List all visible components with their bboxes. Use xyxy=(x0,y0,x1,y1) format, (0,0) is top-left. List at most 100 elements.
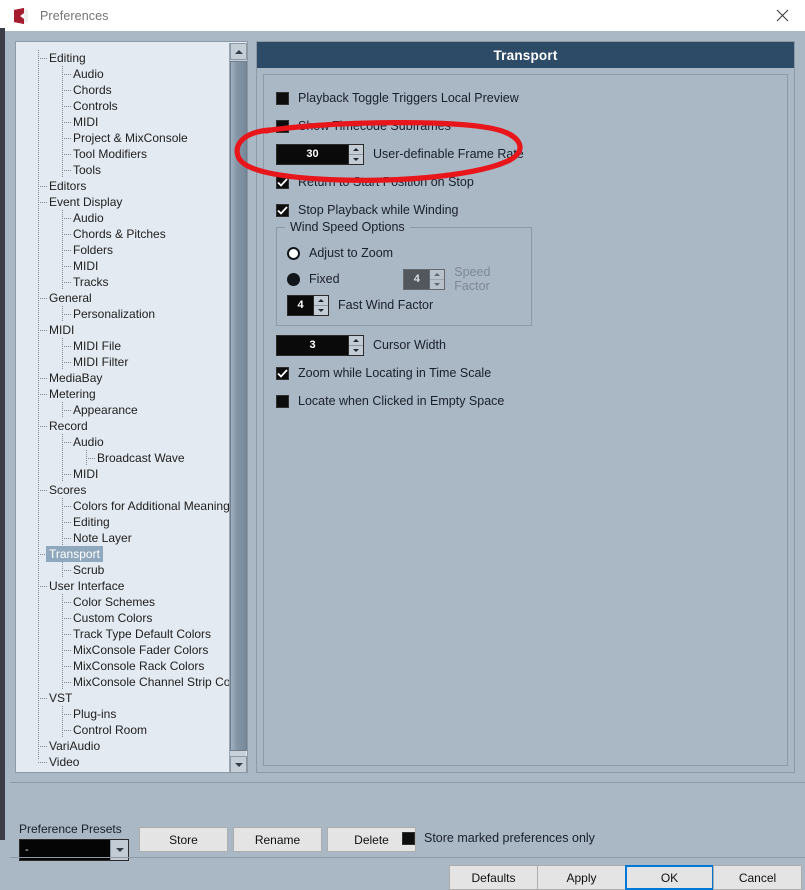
ok-button[interactable]: OK xyxy=(625,865,714,890)
sidebar-item-broadcast-wave[interactable]: Broadcast Wave xyxy=(16,450,230,466)
spinner-down-button[interactable] xyxy=(349,345,363,355)
spinner-down-button[interactable] xyxy=(349,154,363,164)
sidebar-item-mixconsole-channel-strip-colors[interactable]: MixConsole Channel Strip Colors xyxy=(16,674,247,690)
spinner-up-button[interactable] xyxy=(314,295,328,306)
checkbox-checked-icon[interactable] xyxy=(276,175,289,189)
sidebar-item-metering[interactable]: Metering xyxy=(16,386,230,402)
radio-label: Fixed xyxy=(309,272,340,286)
sidebar-item-audio[interactable]: Audio xyxy=(16,434,230,450)
sidebar-item-audio[interactable]: Audio xyxy=(16,66,230,82)
defaults-button[interactable]: Defaults xyxy=(449,865,538,890)
checkbox-unchecked-icon[interactable] xyxy=(276,119,289,133)
apply-button[interactable]: Apply xyxy=(537,865,626,890)
sidebar-item-control-room[interactable]: Control Room xyxy=(16,722,230,738)
frame-rate-stepper[interactable]: 30 xyxy=(276,143,364,165)
frame-rate-value[interactable]: 30 xyxy=(277,145,348,164)
sidebar-item-custom-colors[interactable]: Custom Colors xyxy=(16,610,230,626)
radio-selected-icon[interactable] xyxy=(287,272,300,286)
sidebar-item-transport[interactable]: Transport xyxy=(16,546,230,562)
fast-wind-factor-value[interactable]: 4 xyxy=(288,296,313,315)
sidebar-item-colors-for-additional-meanings[interactable]: Colors for Additional Meanings xyxy=(16,498,236,514)
sidebar-item-vst[interactable]: VST xyxy=(16,690,230,706)
sidebar-item-video[interactable]: Video xyxy=(16,754,230,770)
sidebar-item-scrub[interactable]: Scrub xyxy=(16,562,230,578)
sidebar-item-midi[interactable]: MIDI xyxy=(16,466,230,482)
spinner-up-button[interactable] xyxy=(430,269,445,280)
sidebar-item-midi[interactable]: MIDI xyxy=(16,114,230,130)
sidebar-item-user-interface[interactable]: User Interface xyxy=(16,578,230,594)
option-show-timecode-subframes[interactable]: Show Timecode Subframes xyxy=(276,115,787,137)
store-button[interactable]: Store xyxy=(139,827,228,852)
option-stop-playback-winding[interactable]: Stop Playback while Winding xyxy=(276,199,787,221)
sidebar-item-general[interactable]: General xyxy=(16,290,230,306)
spinner-buttons[interactable] xyxy=(429,269,445,289)
spinner-buttons[interactable] xyxy=(313,295,328,315)
option-playback-toggle[interactable]: Playback Toggle Triggers Local Preview xyxy=(276,87,787,109)
rename-button[interactable]: Rename xyxy=(233,827,322,852)
radio-unselected-icon[interactable] xyxy=(287,246,300,260)
sidebar-item-folders[interactable]: Folders xyxy=(16,242,230,258)
radio-adjust-to-zoom[interactable]: Adjust to Zoom xyxy=(287,242,521,264)
sidebar-item-mixconsole-rack-colors[interactable]: MixConsole Rack Colors xyxy=(16,658,230,674)
speed-factor-stepper[interactable]: 4 xyxy=(403,268,446,290)
sidebar-item-midi[interactable]: MIDI xyxy=(16,258,230,274)
option-return-to-start[interactable]: Return to Start Position on Stop xyxy=(276,171,787,193)
sidebar-item-controls[interactable]: Controls xyxy=(16,98,230,114)
sidebar-item-scores[interactable]: Scores xyxy=(16,482,230,498)
sidebar-item-track-type-default-colors[interactable]: Track Type Default Colors xyxy=(16,626,230,642)
sidebar-item-event-display[interactable]: Event Display xyxy=(16,194,230,210)
sidebar-item-record[interactable]: Record xyxy=(16,418,230,434)
sidebar-item-mixconsole-fader-colors[interactable]: MixConsole Fader Colors xyxy=(16,642,230,658)
sidebar-item-note-layer[interactable]: Note Layer xyxy=(16,530,230,546)
checkbox-checked-icon[interactable] xyxy=(276,366,289,380)
preferences-tree[interactable]: Editing Audio Chords Controls MIDI Project & … xyxy=(16,42,247,772)
sidebar-item-editing[interactable]: Editing xyxy=(16,514,230,530)
spinner-down-button[interactable] xyxy=(430,279,445,289)
sidebar-item-tracks[interactable]: Tracks xyxy=(16,274,230,290)
scrollbar-thumb[interactable] xyxy=(230,61,247,751)
option-locate-when-clicked[interactable]: Locate when Clicked in Empty Space xyxy=(276,390,787,412)
checkbox-unchecked-icon[interactable] xyxy=(276,91,289,105)
sidebar-item-editors[interactable]: Editors xyxy=(16,178,230,194)
scroll-up-button[interactable] xyxy=(230,43,247,60)
fast-wind-factor-row[interactable]: 4 Fast Wind Factor xyxy=(287,294,521,316)
cursor-width-stepper[interactable]: 3 xyxy=(276,334,364,356)
tree-scrollbar[interactable] xyxy=(229,43,247,772)
frame-rate-row[interactable]: 30 User-definable Frame Rate xyxy=(276,143,787,165)
cursor-width-value[interactable]: 3 xyxy=(277,336,348,355)
sidebar-item-personalization[interactable]: Personalization xyxy=(16,306,230,322)
sidebar-item-editing[interactable]: Editing xyxy=(16,50,230,66)
spinner-up-button[interactable] xyxy=(349,144,363,155)
tree-guide xyxy=(62,338,63,354)
speed-factor-value[interactable]: 4 xyxy=(404,270,429,289)
spinner-buttons[interactable] xyxy=(348,144,363,164)
cursor-width-row[interactable]: 3 Cursor Width xyxy=(276,334,787,356)
sidebar-item-variaudio[interactable]: VariAudio xyxy=(16,738,230,754)
cancel-button[interactable]: Cancel xyxy=(713,865,802,890)
fast-wind-factor-stepper[interactable]: 4 xyxy=(287,294,329,316)
scroll-down-button[interactable] xyxy=(230,756,247,772)
spinner-down-button[interactable] xyxy=(314,305,328,315)
radio-fixed-row[interactable]: Fixed 4 Speed Factor xyxy=(287,265,521,293)
sidebar-item-project-mixconsole[interactable]: Project & MixConsole xyxy=(16,130,230,146)
sidebar-item-tool-modifiers[interactable]: Tool Modifiers xyxy=(16,146,230,162)
sidebar-item-midi-file[interactable]: MIDI File xyxy=(16,338,230,354)
option-zoom-while-locating[interactable]: Zoom while Locating in Time Scale xyxy=(276,362,787,384)
sidebar-item-color-schemes[interactable]: Color Schemes xyxy=(16,594,230,610)
sidebar-item-chords-pitches[interactable]: Chords & Pitches xyxy=(16,226,230,242)
store-marked-only-row[interactable]: Store marked preferences only xyxy=(402,831,595,845)
sidebar-item-midi-filter[interactable]: MIDI Filter xyxy=(16,354,230,370)
sidebar-item-chords[interactable]: Chords xyxy=(16,82,230,98)
spinner-up-button[interactable] xyxy=(349,335,363,346)
checkbox-unchecked-icon[interactable] xyxy=(402,831,415,845)
checkbox-checked-icon[interactable] xyxy=(276,203,289,217)
sidebar-item-appearance[interactable]: Appearance xyxy=(16,402,230,418)
sidebar-item-midi[interactable]: MIDI xyxy=(16,322,230,338)
sidebar-item-plug-ins[interactable]: Plug-ins xyxy=(16,706,230,722)
spinner-buttons[interactable] xyxy=(348,335,363,355)
sidebar-item-tools[interactable]: Tools xyxy=(16,162,230,178)
checkbox-unchecked-icon[interactable] xyxy=(276,394,289,408)
close-icon[interactable] xyxy=(759,0,805,31)
sidebar-item-audio[interactable]: Audio xyxy=(16,210,230,226)
sidebar-item-mediabay[interactable]: MediaBay xyxy=(16,370,230,386)
